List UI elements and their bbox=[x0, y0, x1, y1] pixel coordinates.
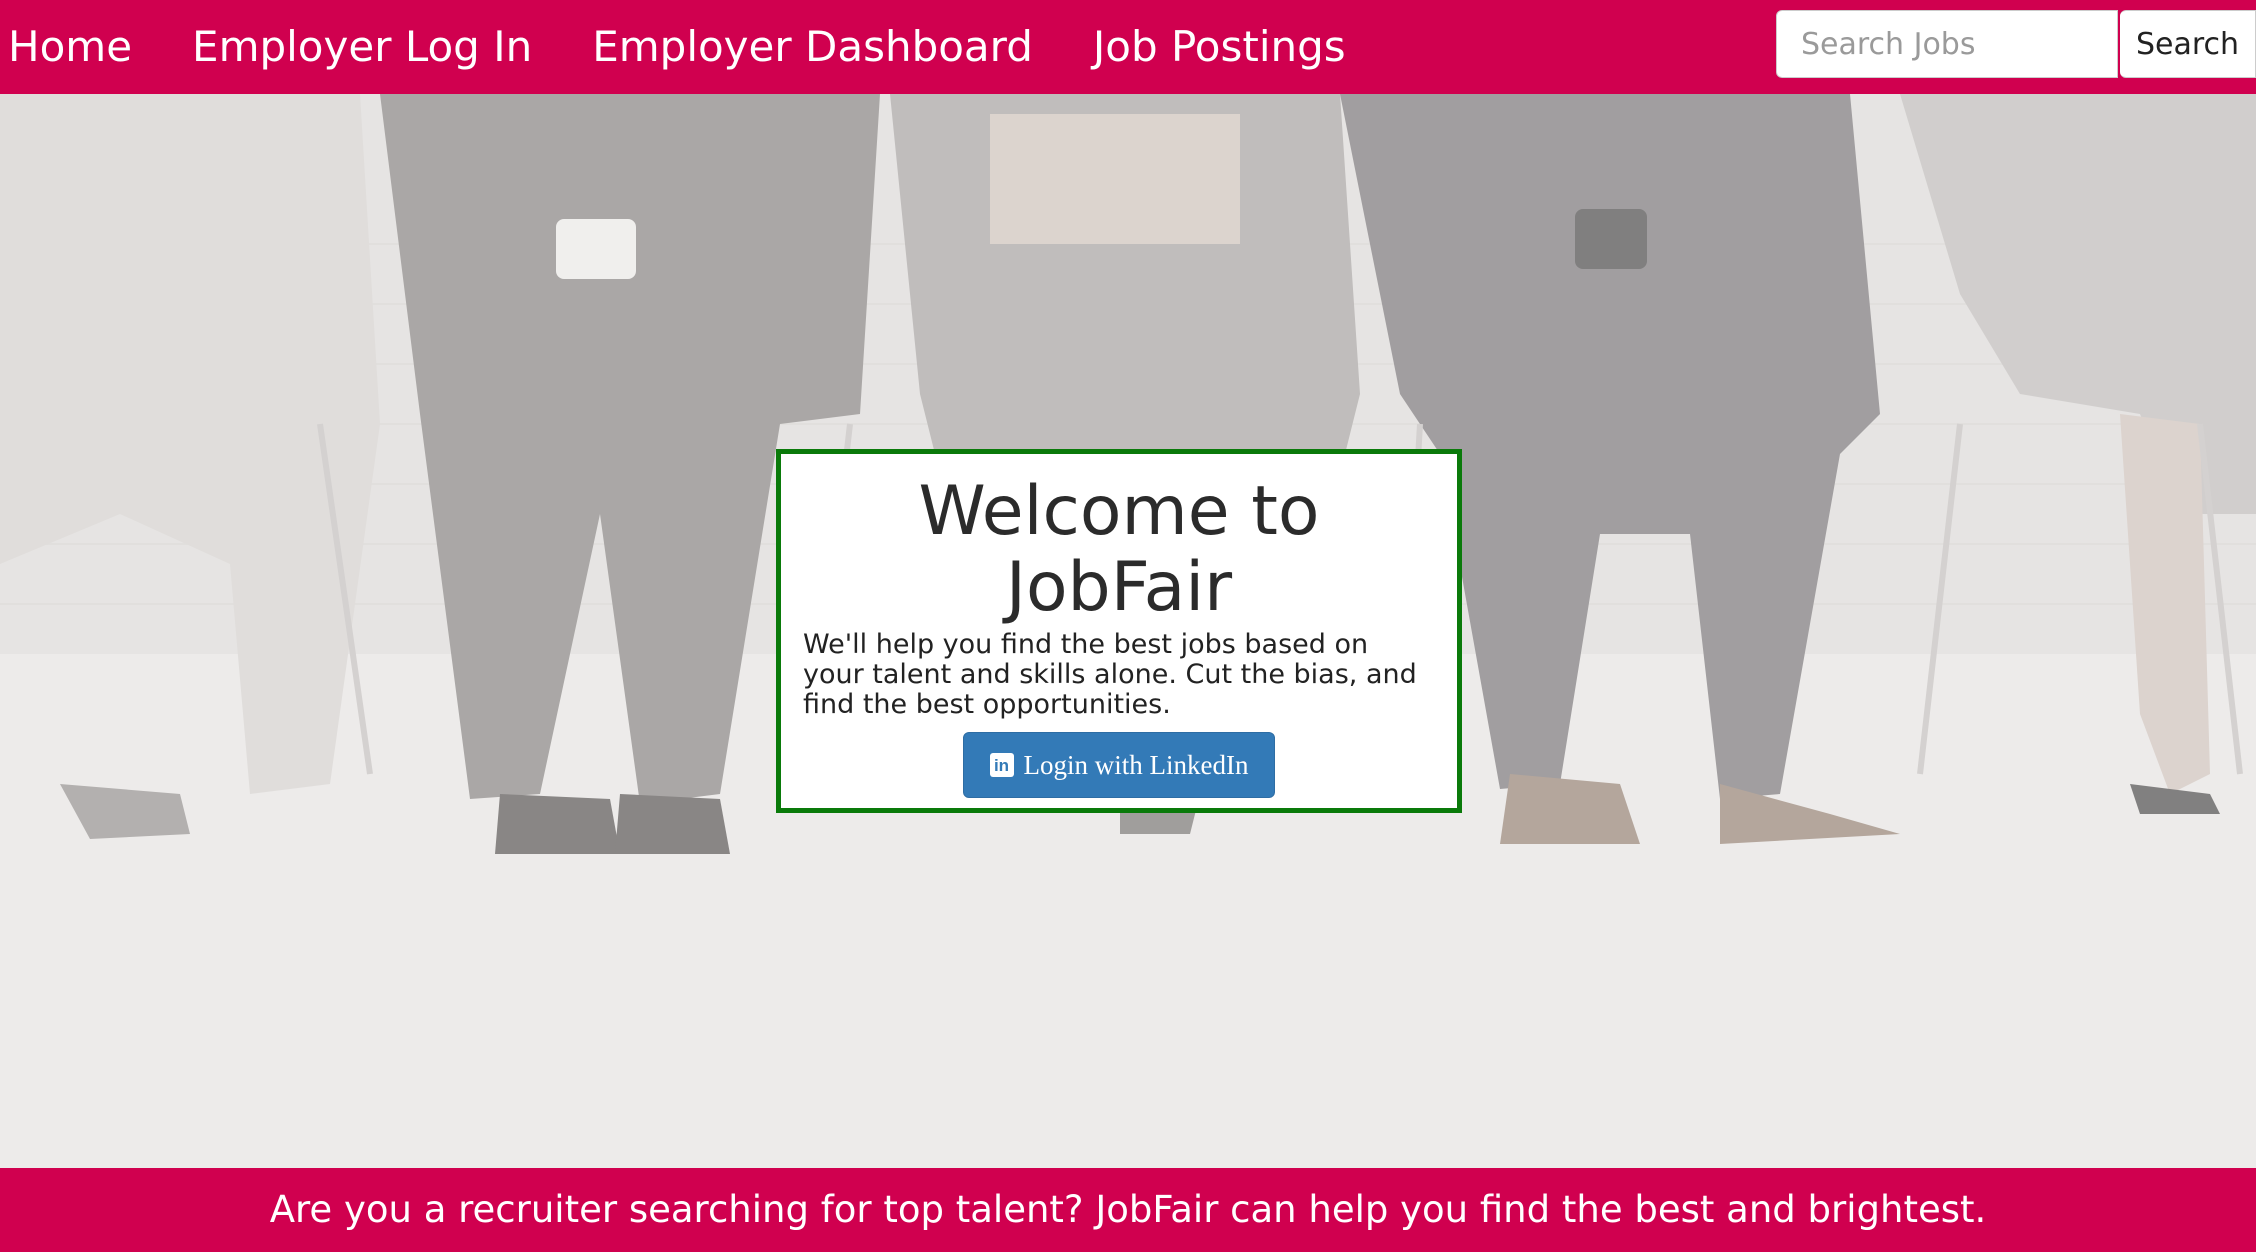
welcome-text: We'll help you find the best jobs based … bbox=[803, 629, 1417, 720]
welcome-title: Welcome to JobFair bbox=[918, 472, 1320, 627]
search-form: Search bbox=[1776, 10, 2256, 78]
recruiter-banner: Are you a recruiter searching for top ta… bbox=[0, 1168, 2256, 1252]
linkedin-icon: in bbox=[989, 753, 1014, 777]
nav-home-link[interactable]: Home bbox=[8, 26, 132, 68]
nav-links: Home Employer Log In Employer Dashboard … bbox=[0, 0, 1406, 94]
nav-job-postings-link[interactable]: Job Postings bbox=[1093, 26, 1346, 68]
search-input[interactable] bbox=[1776, 10, 2118, 78]
nav-employer-dashboard-link[interactable]: Employer Dashboard bbox=[592, 26, 1033, 68]
login-with-linkedin-button[interactable]: in Login with LinkedIn bbox=[962, 732, 1276, 798]
welcome-card: Welcome to JobFair We'll help you find t… bbox=[776, 449, 1462, 813]
recruiter-banner-text: Are you a recruiter searching for top ta… bbox=[269, 1188, 1987, 1231]
top-navbar: Home Employer Log In Employer Dashboard … bbox=[0, 0, 2256, 94]
nav-employer-login-link[interactable]: Employer Log In bbox=[192, 26, 532, 68]
search-button[interactable]: Search bbox=[2120, 10, 2256, 78]
linkedin-button-label: Login with LinkedIn bbox=[1023, 749, 1249, 780]
